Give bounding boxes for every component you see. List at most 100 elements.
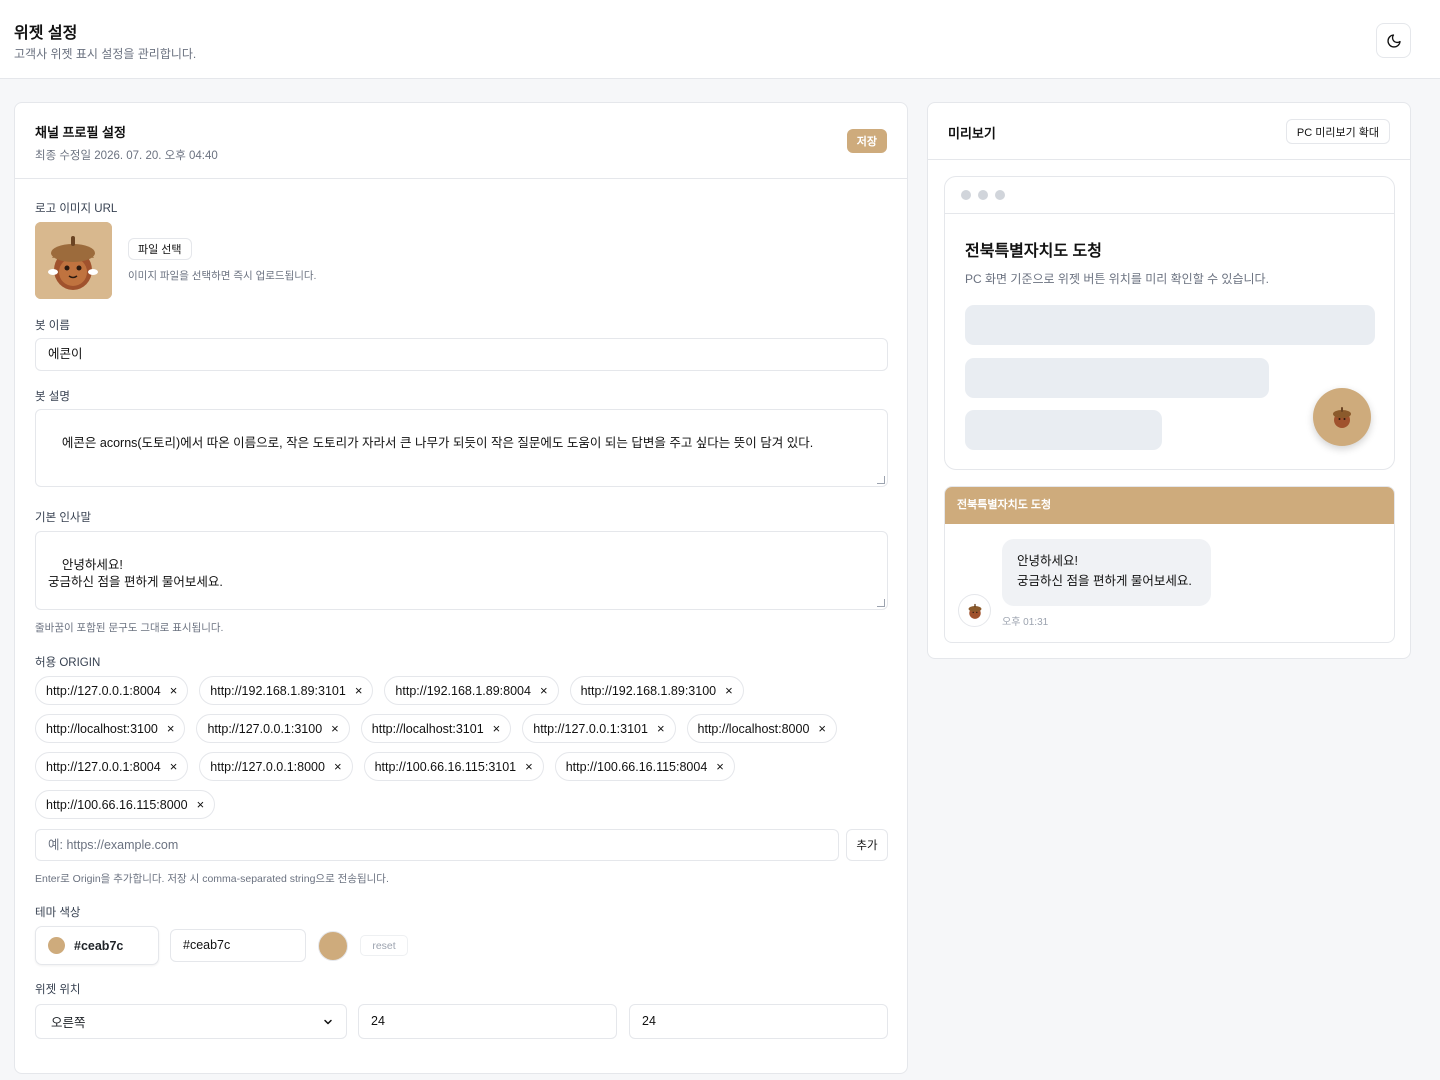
greeting-text: 안녕하세요! 궁금하신 점을 편하게 물어보세요. [48,558,223,589]
origin-text: http://127.0.0.1:3100 [207,721,323,736]
origin-text: http://127.0.0.1:8000 [210,759,325,774]
origin-text: http://192.168.1.89:3100 [580,683,717,698]
greeting-textarea[interactable]: 안녕하세요! 궁금하신 점을 편하게 물어보세요. [35,531,888,610]
remove-origin-icon[interactable]: × [525,760,533,773]
origin-chip: http://localhost:3101 × [360,714,512,743]
origin-input[interactable]: 예: https://example.com [35,829,839,861]
pc-preview-zoom-button[interactable]: PC 미리보기 확대 [1285,119,1390,144]
origin-chip-row: http://127.0.0.1:8004 × http://127.0.0.1:… [35,752,735,781]
top-header: 위젯 설정 고객사 위젯 표시 설정을 관리합니다. [0,0,1440,79]
origin-text: http://localhost:8000 [697,721,810,736]
origin-text: http://192.168.1.89:3101 [210,683,346,698]
remove-origin-icon[interactable]: × [167,722,175,735]
origin-chip-row: http://100.66.16.115:8000 × [35,790,216,819]
remove-origin-icon[interactable]: × [331,722,339,735]
origin-text: http://127.0.0.1:3101 [533,721,648,736]
save-button[interactable]: 저장 [846,129,887,153]
logo-label: 로고 이미지 URL [35,203,118,215]
remove-origin-icon[interactable]: × [540,684,548,697]
remove-origin-icon[interactable]: × [657,722,665,735]
origin-chip: http://100.66.16.115:3101 × [363,752,544,781]
remove-origin-icon[interactable]: × [334,760,342,773]
browser-mockup: 전북특별자치도 도청 PC 화면 기준으로 위젯 버튼 위치를 미리 확인할 수… [944,176,1395,470]
remove-origin-icon[interactable]: × [355,684,363,697]
remove-origin-icon[interactable]: × [197,798,205,811]
bot-desc-textarea[interactable]: 에콘은 acorns(도토리)에서 따온 이름으로, 작은 도토리가 자라서 큰… [35,409,888,487]
page-title: 위젯 설정 [14,25,78,42]
position-select[interactable]: 오른쪽 [35,1004,347,1039]
offset-x-input[interactable]: 24 [358,1004,617,1039]
preview-site-desc: PC 화면 기준으로 위젯 버튼 위치를 미리 확인할 수 있습니다. [965,272,1269,286]
origin-chip: http://192.168.1.89:8004 × [384,676,559,705]
last-modified: 최종 수정일 2026. 07. 20. 오후 04:40 [35,150,218,162]
bot-name-input[interactable]: 에콘이 [35,338,888,371]
origin-chip: http://192.168.1.89:3100 × [569,676,744,705]
color-preview-swatch[interactable] [318,931,348,961]
origin-chip: http://127.0.0.1:3100 × [196,714,350,743]
resize-handle[interactable] [877,476,885,484]
chat-timestamp: 오후 01:31 [1002,617,1049,628]
chat-window-preview: 전북특별자치도 도청 안녕하세요! 궁금하신 점을 편하게 물어보세요. 오후 … [944,486,1395,643]
page-subtitle: 고객사 위젯 표시 설정을 관리합니다. [14,47,197,61]
file-select-button[interactable]: 파일 선택 [128,238,192,260]
remove-origin-icon[interactable]: × [493,722,501,735]
chat-message-bubble: 안녕하세요! 궁금하신 점을 편하게 물어보세요. [1002,539,1211,606]
origin-text: http://192.168.1.89:8004 [395,683,531,698]
theme-toggle-button[interactable] [1376,23,1411,58]
origin-chip: http://localhost:3100 × [35,714,186,743]
acorn-mascot-icon [1333,407,1351,428]
acorn-mascot-icon [35,222,112,299]
channel-profile-panel: 채널 프로필 설정 최종 수정일 2026. 07. 20. 오후 04:40 … [14,102,908,1074]
greeting-label: 기본 인사말 [35,512,92,524]
origin-chip-row: http://localhost:3100 × http://127.0.0.1:… [35,714,838,743]
origin-text: http://127.0.0.1:8004 [46,683,161,698]
widget-launcher-button[interactable] [1313,388,1371,446]
origin-chip: http://127.0.0.1:8004 × [35,752,189,781]
origin-label: 허용 ORIGIN [35,657,101,669]
skeleton-bar [965,305,1375,345]
bot-desc-label: 봇 설명 [35,391,70,403]
file-hint: 이미지 파일을 선택하면 즉시 업로드됩니다. [128,270,317,282]
position-select-value: 오른쪽 [51,1016,86,1030]
panel-title: 채널 프로필 설정 [35,125,126,140]
preview-title: 미리보기 [948,126,996,141]
origin-chip: http://100.66.16.115:8004 × [554,752,735,781]
chat-header: 전북특별자치도 도청 [945,487,1394,524]
preview-header: 미리보기 PC 미리보기 확대 [928,103,1410,160]
origin-text: http://100.66.16.115:3101 [374,759,517,774]
origin-text: http://100.66.16.115:8000 [46,797,188,812]
origin-chip: http://100.66.16.115:8000 × [35,790,216,819]
chevron-down-icon [324,1019,332,1024]
origin-chip: http://localhost:8000 × [686,714,838,743]
origin-text: http://localhost:3101 [371,721,484,736]
origin-chip: http://127.0.0.1:3101 × [522,714,676,743]
reset-color-button[interactable]: reset [360,935,408,956]
color-hex-input[interactable]: #ceab7c [170,929,306,962]
acorn-mascot-icon [968,603,981,619]
color-picker-button[interactable]: #ceab7c [35,926,159,965]
window-dot [978,190,988,200]
origin-text: http://localhost:3100 [46,721,158,736]
bot-name-label: 봇 이름 [35,320,70,332]
remove-origin-icon[interactable]: × [818,722,826,735]
origin-chip: http://192.168.1.89:3101 × [199,676,374,705]
window-dot [961,190,971,200]
origin-chip-row: http://127.0.0.1:8004 × http://192.168.1.… [35,676,744,705]
remove-origin-icon[interactable]: × [725,684,733,697]
skeleton-bar [965,410,1162,450]
widget-position-label: 위젯 위치 [35,984,81,996]
offset-y-input[interactable]: 24 [629,1004,888,1039]
add-origin-button[interactable]: 추가 [846,829,888,861]
greeting-hint: 줄바꿈이 포함된 문구도 그대로 표시됩니다. [35,622,224,634]
remove-origin-icon[interactable]: × [170,684,178,697]
origin-hint: Enter로 Origin을 추가합니다. 저장 시 comma-separat… [35,873,389,885]
skeleton-bar [965,358,1269,398]
remove-origin-icon[interactable]: × [716,760,724,773]
bot-avatar [958,594,991,627]
bot-desc-text: 에콘은 acorns(도토리)에서 따온 이름으로, 작은 도토리가 자라서 큰… [61,436,814,450]
remove-origin-icon[interactable]: × [170,760,178,773]
logo-preview [35,222,112,299]
moon-icon [1386,33,1401,48]
resize-handle[interactable] [877,599,885,607]
window-dot [995,190,1005,200]
